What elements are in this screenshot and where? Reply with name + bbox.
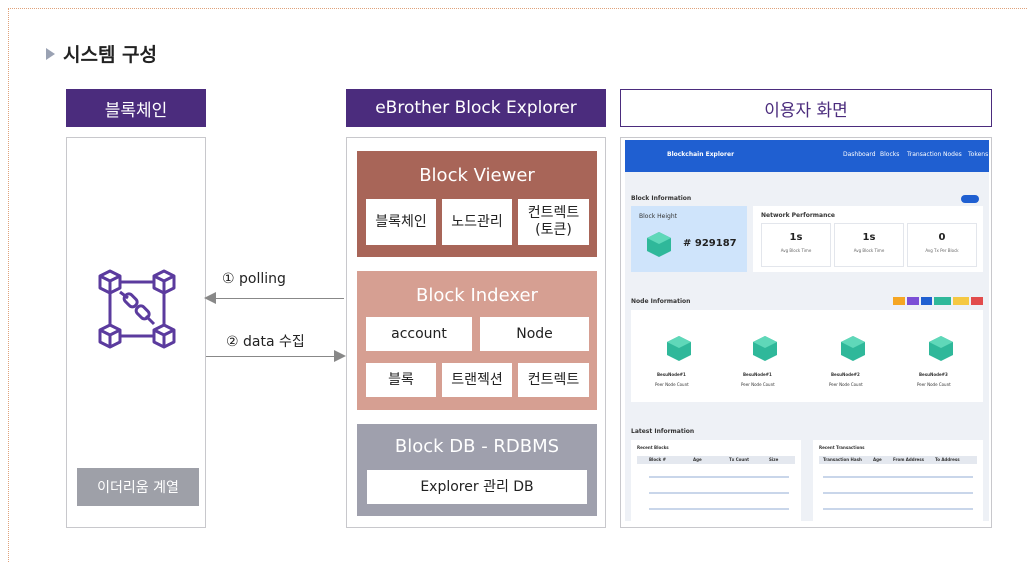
mock-tx-row bbox=[823, 508, 973, 510]
mock-perf-3-value: 0 bbox=[938, 232, 946, 243]
polling-arrow-line bbox=[214, 298, 344, 299]
block-indexer-title: Block Indexer bbox=[416, 285, 538, 306]
collect-arrow-line bbox=[206, 356, 336, 357]
block-viewer-section: Block Viewer 블록체인 노드관리 컨트렉트 (토큰) bbox=[357, 151, 597, 257]
mock-block-height-value: # 929187 bbox=[683, 238, 737, 249]
mock-blocks-row bbox=[649, 508, 789, 510]
db-item-explorer: Explorer 관리 DB bbox=[367, 470, 587, 504]
mock-recent-tx-label: Recent Transactions bbox=[819, 445, 865, 450]
mock-node-4-sub: Peer Node Count bbox=[917, 382, 951, 387]
mock-node-card: BesuNode#1 BesuNode#1 BesuNode#2 BesuNod… bbox=[631, 310, 983, 402]
mock-perf-1-label: Avg Block Time bbox=[780, 248, 812, 253]
mock-perf-3-label: Avg Tx Per Block bbox=[925, 248, 959, 253]
mock-node-4-name: BesuNode#3 bbox=[919, 372, 948, 377]
mock-nav-dashboard: Dashboard bbox=[843, 151, 876, 158]
mock-perf-1: 1s Avg Block Time bbox=[761, 223, 831, 267]
mock-node-1-name: BesuNode#1 bbox=[657, 372, 686, 377]
mock-recent-blocks-card: Recent Blocks Block # Age Tx Count Size bbox=[631, 440, 801, 521]
mock-blocks-col-1: Block # bbox=[649, 457, 666, 462]
mock-nav-tokens: Tokens bbox=[968, 151, 989, 158]
mock-perf-1-value: 1s bbox=[789, 232, 803, 243]
block-db-section: Block DB - RDBMS Explorer 관리 DB bbox=[357, 424, 597, 516]
mock-blocks-col-3: Tx Count bbox=[729, 457, 749, 462]
node-cube-icon bbox=[841, 336, 865, 361]
explorer-header: eBrother Block Explorer bbox=[346, 89, 606, 127]
section-title: 시스템 구성 bbox=[46, 40, 157, 67]
mock-perf-2-label: Avg Block Time bbox=[853, 248, 885, 253]
mock-nav-transaction: Transaction bbox=[907, 151, 942, 158]
mock-nav-nodes: Nodes bbox=[943, 151, 962, 158]
mock-node-1-sub: Peer Node Count bbox=[655, 382, 689, 387]
chain-type-label: 이더리움 계열 bbox=[77, 468, 199, 506]
mock-nav-blocks: Blocks bbox=[880, 151, 900, 158]
mock-blocks-row bbox=[649, 492, 789, 494]
node-cube-icon bbox=[667, 336, 691, 361]
block-indexer-section: Block Indexer account Node 블록 트랜젝션 컨트렉트 bbox=[357, 271, 597, 410]
mock-block-height-card: Block Height # 929187 bbox=[631, 206, 747, 272]
mock-perf-2-value: 1s bbox=[862, 232, 876, 243]
viewer-item-node-management: 노드관리 bbox=[442, 199, 512, 245]
indexer-item-transaction: 트랜젝션 bbox=[442, 363, 512, 397]
page-title: 시스템 구성 bbox=[63, 44, 158, 66]
mock-node-2-sub: Peer Node Count bbox=[741, 382, 775, 387]
collect-arrowhead-icon bbox=[334, 350, 346, 362]
blockchain-header: 블록체인 bbox=[66, 89, 206, 127]
mock-blocks-row bbox=[649, 476, 789, 478]
mock-node-3-name: BesuNode#2 bbox=[831, 372, 860, 377]
title-triangle-icon bbox=[46, 47, 55, 60]
indexer-item-node: Node bbox=[480, 317, 589, 351]
indexer-item-block: 블록 bbox=[366, 363, 436, 397]
block-db-title: Block DB - RDBMS bbox=[394, 436, 560, 457]
blockchain-network-icon bbox=[98, 269, 176, 349]
node-cube-icon bbox=[929, 336, 953, 361]
mock-toggle bbox=[961, 195, 979, 203]
mock-tx-row bbox=[823, 476, 973, 478]
mock-tx-row bbox=[823, 492, 973, 494]
mock-latest-label: Latest Information bbox=[631, 428, 695, 435]
mock-block-info-label: Block Information bbox=[631, 195, 692, 202]
viewer-item-contract-token: 컨트렉트 (토큰) bbox=[518, 199, 589, 245]
mock-brand: Blockchain Explorer bbox=[667, 151, 735, 158]
mock-tx-col-4: To Address bbox=[935, 457, 960, 462]
block-viewer-title: Block Viewer bbox=[419, 165, 535, 186]
indexer-item-contract: 컨트렉트 bbox=[518, 363, 589, 397]
user-screen-header: 이용자 화면 bbox=[620, 89, 992, 127]
indexer-item-account: account bbox=[366, 317, 472, 351]
mock-block-height-label: Block Height bbox=[639, 213, 677, 220]
mock-node-2-name: BesuNode#1 bbox=[743, 372, 772, 377]
mock-perf-3: 0 Avg Tx Per Block bbox=[907, 223, 977, 267]
mock-recent-blocks-label: Recent Blocks bbox=[637, 445, 669, 450]
mock-network-perf-card: Network Performance 1s Avg Block Time 1s… bbox=[753, 206, 983, 272]
mock-tx-col-1: Transaction Hash bbox=[823, 457, 862, 462]
mock-node-filter-chips bbox=[893, 297, 983, 305]
explorer-panel: Block Viewer 블록체인 노드관리 컨트렉트 (토큰) Block I… bbox=[346, 137, 606, 528]
mock-blocks-col-2: Age bbox=[693, 457, 702, 462]
polling-label: ① polling bbox=[222, 271, 286, 287]
mock-node-info-label: Node Information bbox=[631, 298, 691, 305]
mock-perf-2: 1s Avg Block Time bbox=[834, 223, 904, 267]
blockchain-panel: 이더리움 계열 bbox=[66, 137, 206, 528]
node-cube-icon bbox=[753, 336, 777, 361]
mock-tx-col-2: Age bbox=[873, 457, 882, 462]
explorer-screenshot: Blockchain Explorer Dashboard Blocks Tra… bbox=[625, 140, 989, 521]
viewer-item-blockchain: 블록체인 bbox=[366, 199, 436, 245]
mock-tx-col-3: From Address bbox=[893, 457, 925, 462]
mock-node-3-sub: Peer Node Count bbox=[829, 382, 863, 387]
polling-arrowhead-icon bbox=[204, 292, 216, 304]
block-cube-icon bbox=[647, 232, 671, 257]
mock-navbar: Blockchain Explorer Dashboard Blocks Tra… bbox=[625, 140, 989, 172]
collect-label: ② data 수집 bbox=[226, 334, 305, 350]
mock-blocks-col-4: Size bbox=[769, 457, 779, 462]
mock-recent-tx-card: Recent Transactions Transaction Hash Age… bbox=[813, 440, 983, 521]
mock-network-perf-label: Network Performance bbox=[761, 212, 835, 219]
